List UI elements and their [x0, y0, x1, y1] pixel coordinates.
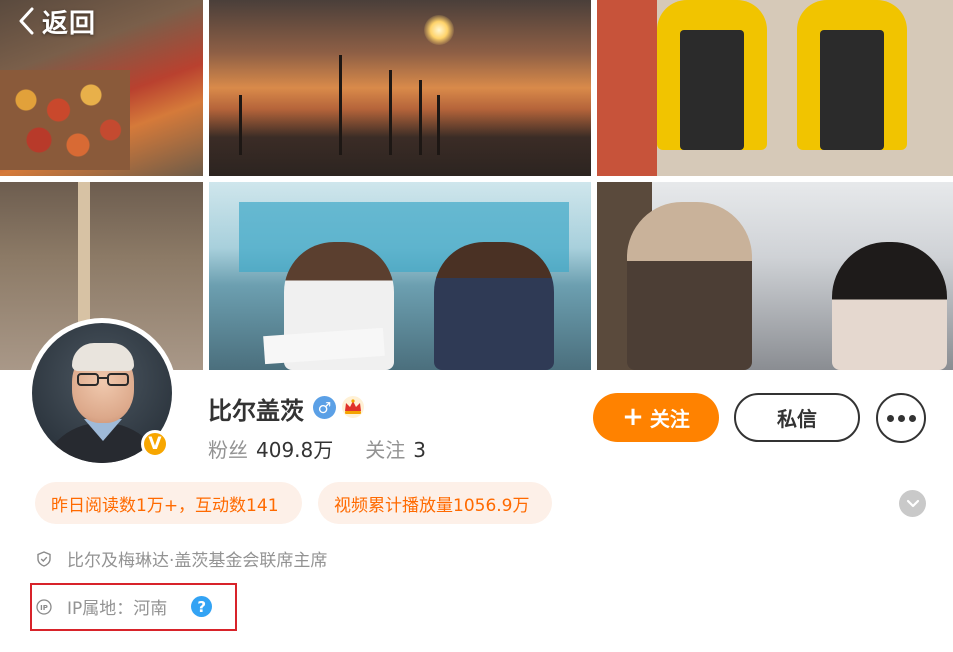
crown-icon[interactable] — [341, 395, 365, 419]
fruit-pile — [0, 70, 130, 170]
description-text: 比尔及梅琳达·盖茨基金会联席主席 — [67, 551, 328, 571]
description-row: 比尔及梅琳达·盖茨基金会联席主席 — [36, 546, 327, 571]
shield-icon — [37, 550, 51, 567]
power-pole — [389, 70, 392, 155]
more-button[interactable] — [876, 393, 926, 443]
power-pole — [339, 55, 342, 155]
cover-photo-fire[interactable] — [209, 0, 591, 176]
gender-male-icon: ♂ — [313, 396, 336, 419]
worker-apron — [680, 30, 744, 150]
back-label: 返回 — [42, 8, 97, 39]
cover-photo-lab[interactable] — [597, 0, 953, 176]
follow-button[interactable]: + 关注 — [593, 393, 719, 442]
profile-stats: 粉丝 409.8万 关注 3 — [208, 434, 426, 463]
expand-button[interactable] — [899, 490, 926, 517]
person-figure — [832, 242, 947, 370]
video-stats-chip[interactable]: 视频累计播放量1056.9万 — [318, 482, 552, 524]
reading-stats-chip[interactable]: 昨日阅读数1万+，互动数141 — [35, 482, 302, 524]
cover-photo-grid — [0, 0, 953, 370]
follow-label: 关注 — [649, 407, 690, 431]
worker-apron — [820, 30, 884, 150]
profile-name: 比尔盖茨 — [208, 397, 304, 425]
chevron-down-icon — [906, 499, 919, 507]
person-figure — [627, 202, 752, 370]
more-dots-icon — [897, 414, 905, 422]
following-label: 关注 — [365, 438, 406, 462]
message-label: 私信 — [777, 407, 817, 431]
power-pole — [419, 80, 422, 155]
avatar-hair — [72, 343, 134, 371]
plus-icon: + — [622, 401, 644, 432]
back-button[interactable]: 返回 — [18, 4, 97, 39]
followers-label: 粉丝 — [208, 438, 248, 462]
more-dots-icon — [908, 414, 916, 422]
student-figure — [434, 242, 554, 370]
followers-count[interactable]: 409.8万 — [256, 434, 333, 463]
verified-badge-icon: V — [141, 430, 169, 458]
cover-photo-classroom[interactable] — [209, 182, 591, 370]
following-count[interactable]: 3 — [413, 438, 426, 462]
chevron-left-icon — [19, 7, 34, 35]
glasses-icon — [77, 373, 129, 386]
cover-photo-visit[interactable] — [597, 182, 953, 370]
highlight-box — [30, 583, 237, 631]
more-dots-icon — [886, 414, 894, 422]
brick-wall — [597, 0, 657, 176]
sun-glow — [424, 15, 454, 45]
power-pole — [239, 95, 242, 155]
power-pole — [437, 95, 440, 155]
message-button[interactable]: 私信 — [734, 393, 860, 442]
